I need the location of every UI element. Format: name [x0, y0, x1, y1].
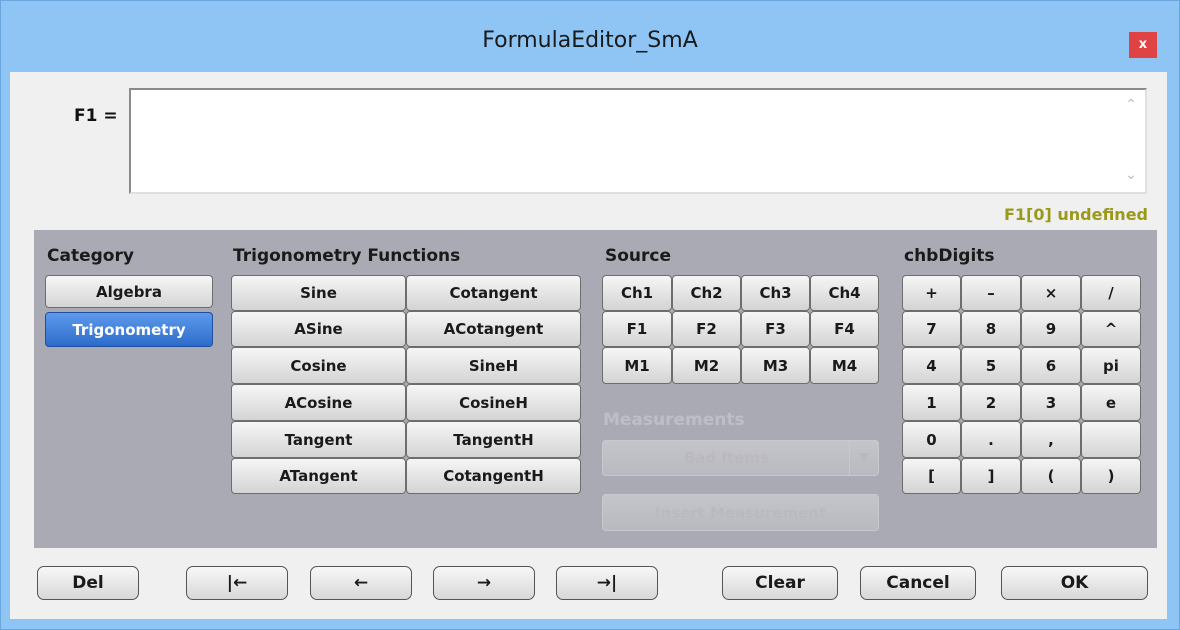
digit-close-bracket-button[interactable]: ]: [961, 458, 1021, 494]
delete-button[interactable]: Del: [37, 566, 139, 600]
source-title: Source: [605, 246, 672, 266]
source-ch4-button[interactable]: Ch4: [810, 275, 879, 311]
cursor-end-icon: →|: [596, 573, 618, 593]
cancel-button[interactable]: Cancel: [860, 566, 976, 600]
digit-e-button[interactable]: e: [1081, 384, 1141, 421]
arrow-right-icon: →: [476, 573, 492, 593]
scroll-up-icon[interactable]: ⌃: [1122, 96, 1140, 112]
close-button[interactable]: x: [1129, 32, 1157, 58]
ok-button[interactable]: OK: [1001, 566, 1148, 600]
function-tangenth-button[interactable]: TangentH: [406, 421, 581, 458]
source-f3-button[interactable]: F3: [741, 311, 810, 347]
function-tangent-button[interactable]: Tangent: [231, 421, 406, 458]
digit-divide-button[interactable]: /: [1081, 275, 1141, 311]
digit-plus-button[interactable]: +: [902, 275, 961, 311]
title-bar: FormulaEditor_SmA x: [1, 1, 1179, 83]
function-acotangent-button[interactable]: ACotangent: [406, 311, 581, 347]
digit-6-button[interactable]: 6: [1021, 347, 1081, 384]
function-sineh-button[interactable]: SineH: [406, 347, 581, 384]
source-f4-button[interactable]: F4: [810, 311, 879, 347]
cursor-home-button[interactable]: |←: [186, 566, 288, 600]
function-sine-button[interactable]: Sine: [231, 275, 406, 311]
digit-4-button[interactable]: 4: [902, 347, 961, 384]
digit-close-paren-button[interactable]: ): [1081, 458, 1141, 494]
source-ch2-button[interactable]: Ch2: [672, 275, 741, 311]
function-acosine-button[interactable]: ACosine: [231, 384, 406, 421]
source-f2-button[interactable]: F2: [672, 311, 741, 347]
digit-open-paren-button[interactable]: (: [1021, 458, 1081, 494]
cursor-home-icon: |←: [226, 573, 248, 593]
measurements-dropdown-value: Bad Items: [684, 449, 769, 467]
function-cosine-button[interactable]: Cosine: [231, 347, 406, 384]
digit-minus-button[interactable]: –: [961, 275, 1021, 311]
window-title: FormulaEditor_SmA: [482, 28, 698, 53]
category-trigonometry-button[interactable]: Trigonometry: [45, 312, 213, 347]
dropdown-arrow-icon: ▼: [849, 441, 878, 475]
function-cosineh-button[interactable]: CosineH: [406, 384, 581, 421]
source-m4-button[interactable]: M4: [810, 347, 879, 384]
insert-measurement-button[interactable]: Insert Measurement: [602, 494, 879, 531]
digit-7-button[interactable]: 7: [902, 311, 961, 347]
digit-3-button[interactable]: 3: [1021, 384, 1081, 421]
digits-title: chbDigits: [904, 246, 995, 266]
source-m1-button[interactable]: M1: [602, 347, 672, 384]
digit-dot-button[interactable]: .: [961, 421, 1021, 458]
digit-2-button[interactable]: 2: [961, 384, 1021, 421]
digit-8-button[interactable]: 8: [961, 311, 1021, 347]
digit-pi-button[interactable]: pi: [1081, 347, 1141, 384]
digit-9-button[interactable]: 9: [1021, 311, 1081, 347]
category-algebra-button[interactable]: Algebra: [45, 275, 213, 308]
function-asine-button[interactable]: ASine: [231, 311, 406, 347]
measurements-title: Measurements: [603, 410, 745, 430]
cursor-left-button[interactable]: ←: [310, 566, 412, 600]
measurements-dropdown[interactable]: Bad Items ▼: [602, 440, 879, 476]
digit-power-button[interactable]: ^: [1081, 311, 1141, 347]
scroll-down-icon[interactable]: ⌄: [1122, 166, 1140, 182]
source-ch3-button[interactable]: Ch3: [741, 275, 810, 311]
source-f1-button[interactable]: F1: [602, 311, 672, 347]
digit-1-button[interactable]: 1: [902, 384, 961, 421]
digit-multiply-button[interactable]: ×: [1021, 275, 1081, 311]
digit-blank-button[interactable]: [1081, 421, 1141, 458]
digit-open-bracket-button[interactable]: [: [902, 458, 961, 494]
digit-comma-button[interactable]: ,: [1021, 421, 1081, 458]
formula-label: F1 =: [74, 106, 118, 126]
cursor-right-button[interactable]: →: [433, 566, 535, 600]
digit-5-button[interactable]: 5: [961, 347, 1021, 384]
digit-0-button[interactable]: 0: [902, 421, 961, 458]
arrow-left-icon: ←: [353, 573, 369, 593]
function-atangent-button[interactable]: ATangent: [231, 458, 406, 494]
source-ch1-button[interactable]: Ch1: [602, 275, 672, 311]
functions-title: Trigonometry Functions: [233, 246, 461, 266]
formula-status: F1[0] undefined: [1003, 205, 1148, 224]
function-cotangent-button[interactable]: Cotangent: [406, 275, 581, 311]
function-cotangenth-button[interactable]: CotangentH: [406, 458, 581, 494]
formula-input[interactable]: [129, 88, 1147, 194]
category-title: Category: [47, 246, 134, 266]
cursor-end-button[interactable]: →|: [556, 566, 658, 600]
clear-button[interactable]: Clear: [722, 566, 838, 600]
source-m3-button[interactable]: M3: [741, 347, 810, 384]
source-m2-button[interactable]: M2: [672, 347, 741, 384]
